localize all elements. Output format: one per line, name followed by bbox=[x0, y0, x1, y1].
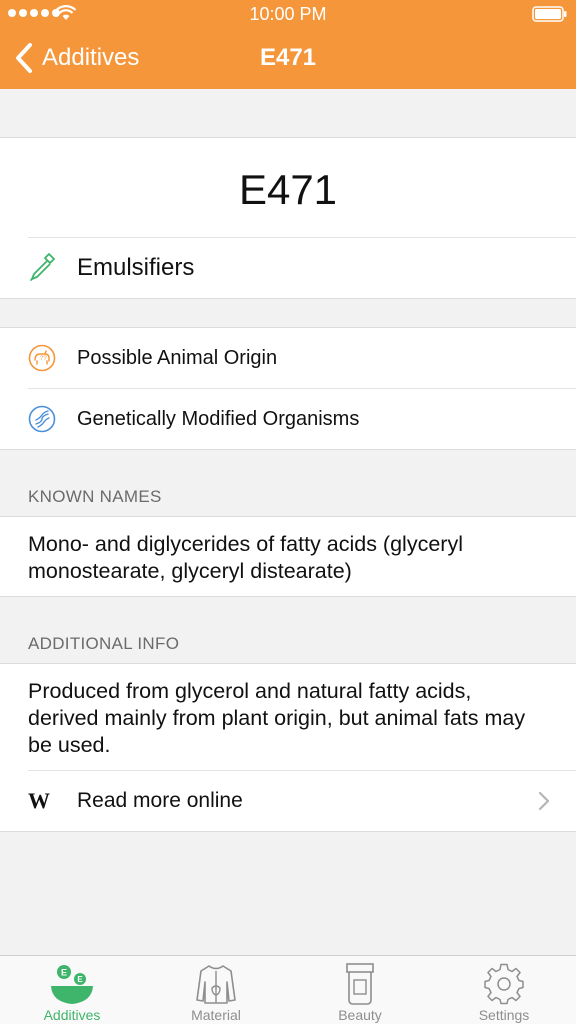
navigation-bar: 10:00 PM Additives E471 bbox=[0, 0, 576, 89]
gear-icon bbox=[484, 963, 524, 1005]
dna-icon bbox=[28, 405, 56, 433]
back-button-label: Additives bbox=[42, 44, 140, 71]
tab-label: Beauty bbox=[338, 1007, 382, 1023]
known-names-text: Mono- and diglycerides of fatty acids (g… bbox=[28, 531, 556, 585]
chevron-left-icon bbox=[16, 43, 32, 73]
read-more-label: Read more online bbox=[77, 789, 243, 812]
additional-info-text: Produced from glycerol and natural fatty… bbox=[28, 678, 556, 759]
tab-material[interactable]: Material bbox=[144, 956, 288, 1024]
property-row-gmo: Genetically Modified Organisms bbox=[0, 389, 576, 449]
property-row-animal-origin: ?? Possible Animal Origin bbox=[0, 328, 576, 388]
property-label: Genetically Modified Organisms bbox=[77, 407, 360, 430]
wikipedia-icon: W bbox=[28, 788, 50, 813]
battery-icon bbox=[532, 6, 567, 22]
jacket-icon bbox=[196, 965, 236, 1004]
tab-beauty[interactable]: Beauty bbox=[288, 956, 432, 1024]
additional-info-header: ADDITIONAL INFO bbox=[28, 634, 180, 653]
chevron-right-icon bbox=[538, 791, 550, 811]
svg-text:E: E bbox=[61, 968, 67, 978]
back-button[interactable]: Additives bbox=[14, 40, 139, 76]
animal-origin-icon: ?? bbox=[28, 344, 56, 372]
additional-info-line: derived mainly from plant origin, but an… bbox=[28, 706, 526, 730]
category-label: Emulsifiers bbox=[77, 254, 195, 281]
known-names-header: KNOWN NAMES bbox=[28, 487, 162, 506]
tab-label: Material bbox=[191, 1007, 241, 1023]
category-row: Emulsifiers bbox=[0, 238, 576, 298]
tab-additives[interactable]: E E Additives bbox=[0, 956, 144, 1024]
status-time: 10:00 PM bbox=[249, 4, 327, 24]
tab-bar: E E Additives Material Beauty Settings bbox=[0, 955, 576, 1024]
tab-settings[interactable]: Settings bbox=[432, 956, 576, 1024]
known-names-line: monostearate, glyceryl distearate) bbox=[28, 559, 352, 583]
tab-label: Settings bbox=[478, 1007, 530, 1023]
additional-info-line: be used. bbox=[28, 733, 111, 757]
property-label: Possible Animal Origin bbox=[77, 346, 278, 369]
cream-tube-icon bbox=[346, 963, 374, 1005]
known-names-line: Mono- and diglycerides of fatty acids (g… bbox=[28, 532, 463, 556]
status-bar: 10:00 PM bbox=[0, 0, 576, 30]
svg-text:E: E bbox=[77, 975, 83, 984]
additional-info-line: Produced from glycerol and natural fatty… bbox=[28, 679, 472, 703]
additive-code: E471 bbox=[238, 166, 338, 213]
dropper-icon bbox=[30, 253, 55, 281]
tab-label: Additives bbox=[43, 1007, 101, 1023]
read-more-online-row[interactable]: W Read more online bbox=[0, 771, 576, 831]
svg-text:??: ?? bbox=[40, 356, 47, 362]
additives-bowl-icon: E E bbox=[51, 965, 93, 1004]
